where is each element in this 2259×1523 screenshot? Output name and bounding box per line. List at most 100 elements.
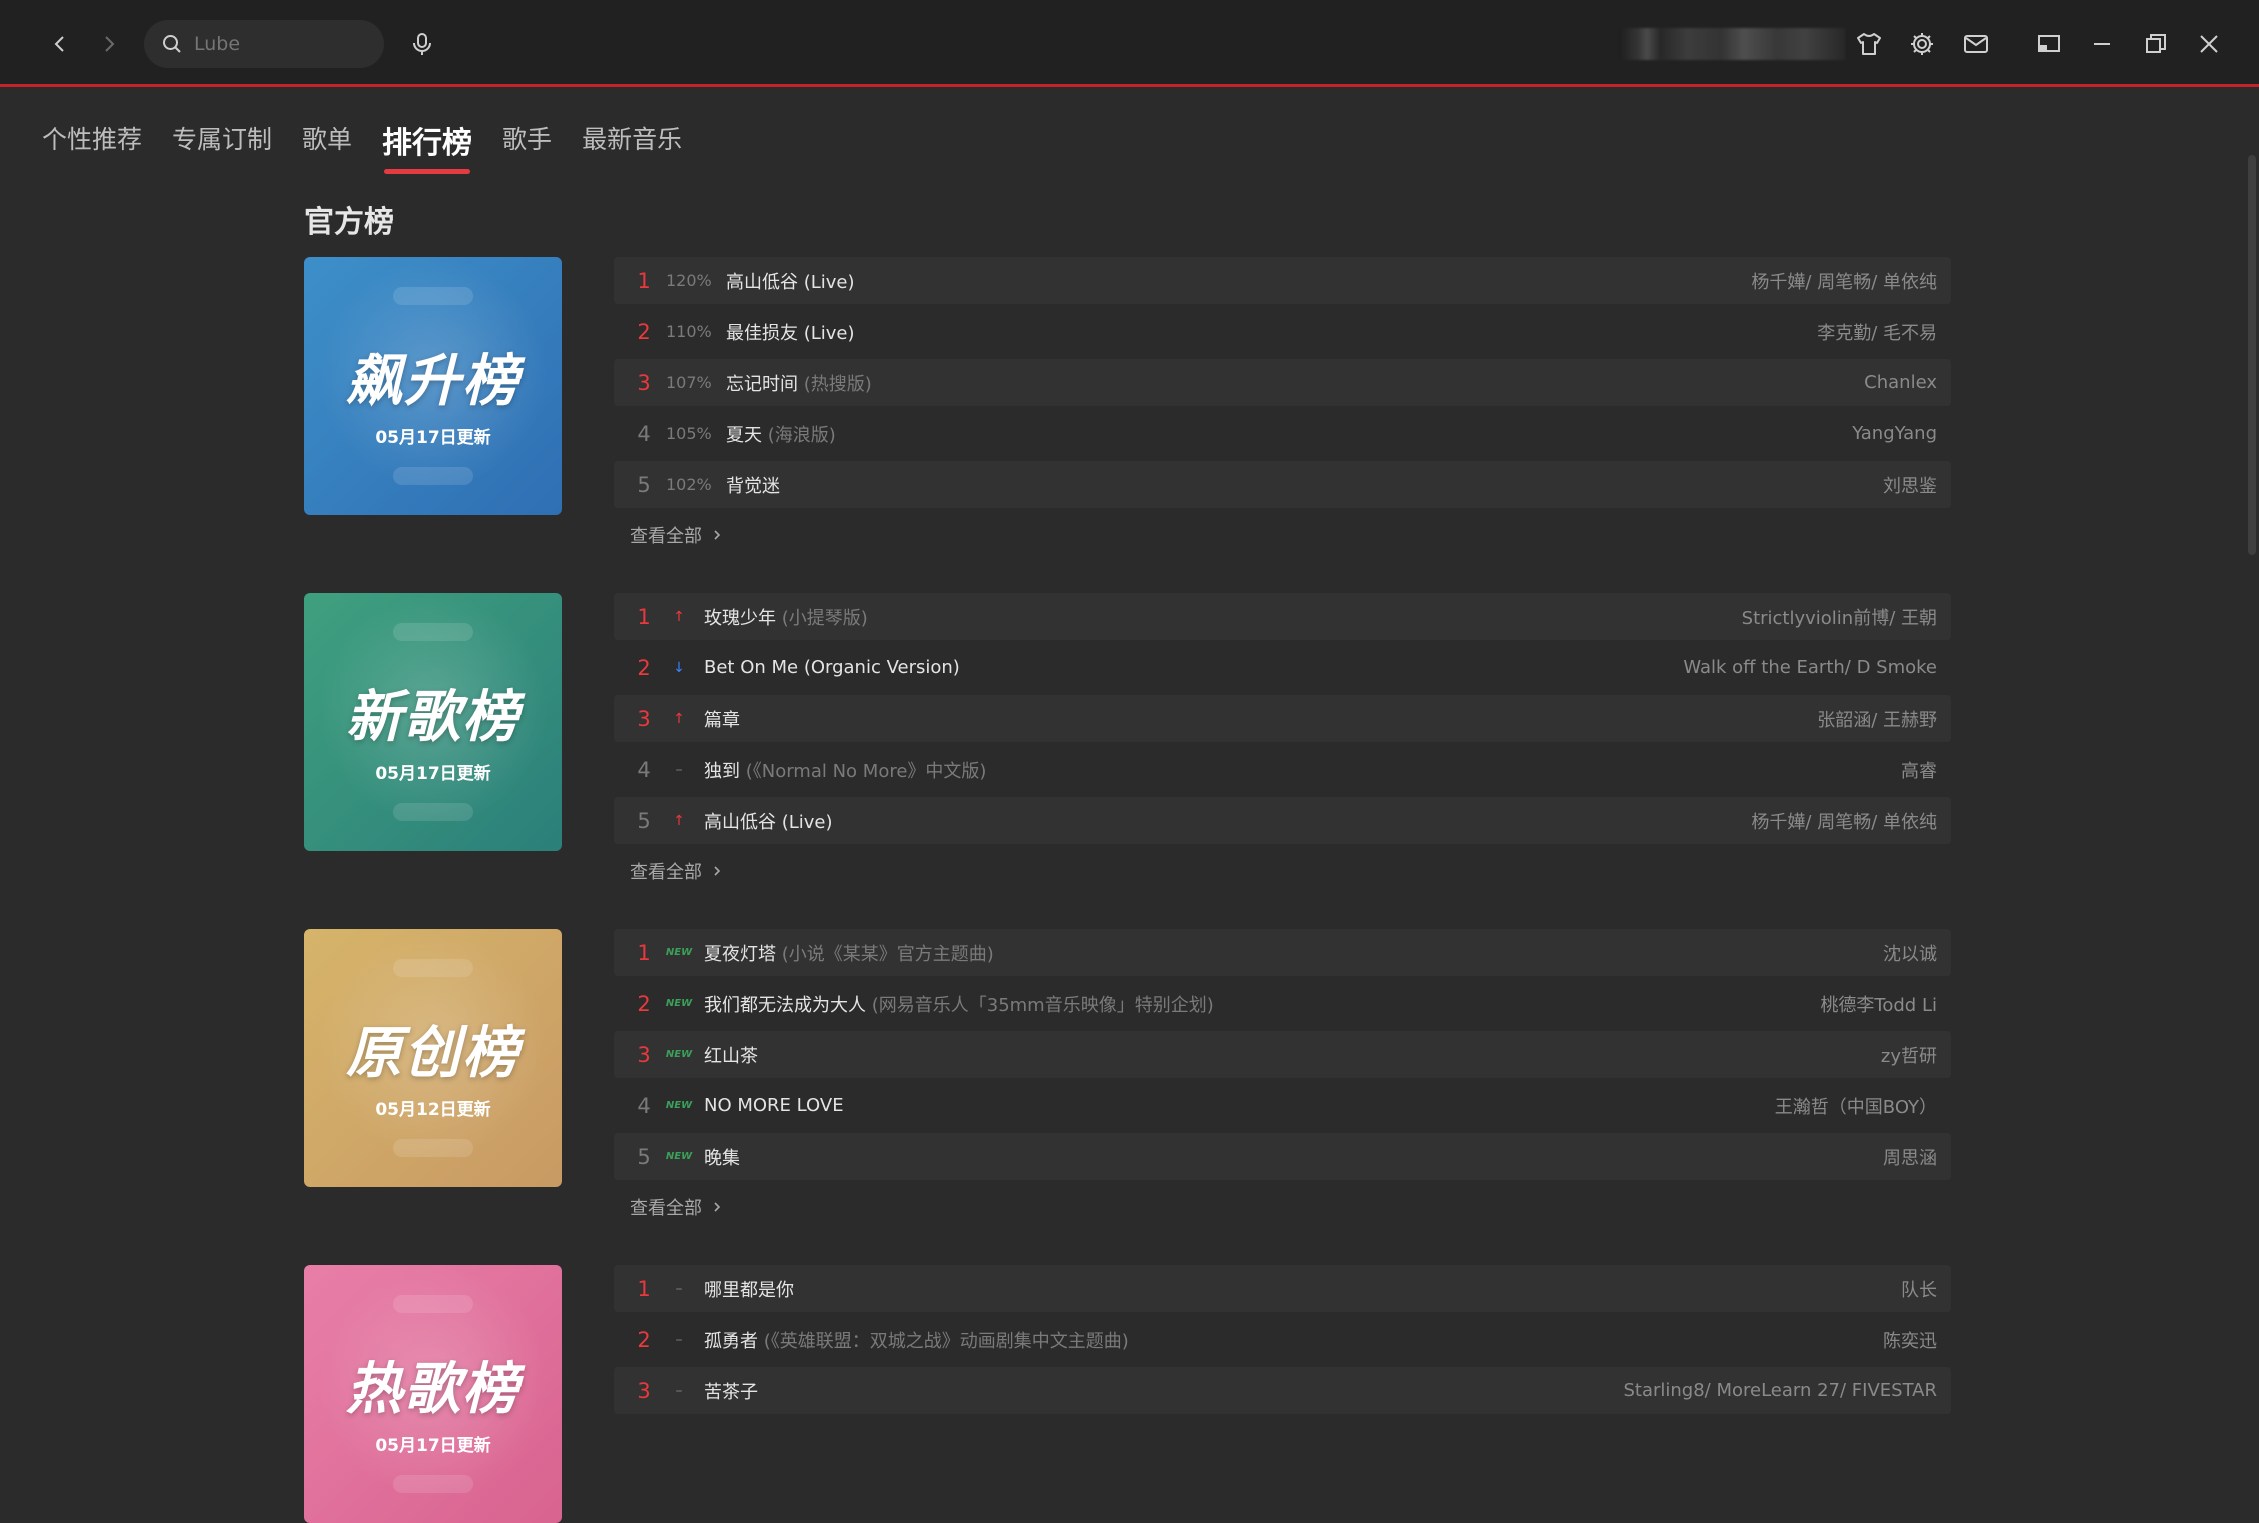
restore-icon xyxy=(2146,34,2166,53)
song-row[interactable]: 3 ↑ 篇章 张韶涵/ 王赫野 xyxy=(614,695,1951,742)
song-artist[interactable]: 陈奕迅 xyxy=(1883,1327,1937,1353)
tab-recommend[interactable]: 个性推荐 xyxy=(42,112,142,156)
chart-song-list: 1 NEW 夏夜灯塔 (小说《某某》官方主题曲) 沈以诚 2 NEW 我们都无法成为大人 (… xyxy=(614,929,1951,1220)
tab-new-music[interactable]: 最新音乐 xyxy=(582,112,682,156)
song-subtitle: (小说《某某》官方主题曲) xyxy=(776,943,994,965)
song-row[interactable]: 2 NEW 我们都无法成为大人 (网易音乐人「35mm音乐映像」特别企划) 桃德李To… xyxy=(614,980,1951,1027)
song-name: NO MORE LOVE xyxy=(704,1095,844,1116)
chart-song-list: 1 120% 高山低谷 (Live) 杨千嬅/ 周笔畅/ 单依纯 2 110% 最佳损友 (… xyxy=(614,257,1951,548)
chart-cover[interactable]: 飙升榜 05月17日更新 xyxy=(304,257,562,515)
song-row[interactable]: 2 ↓ Bet On Me (Organic Version) Walk off th… xyxy=(614,644,1951,691)
song-artist[interactable]: 沈以诚 xyxy=(1883,940,1937,966)
cover-update-date: 05月17日更新 xyxy=(375,428,491,448)
scrollbar[interactable] xyxy=(2248,155,2256,555)
cover-decoration xyxy=(393,1139,473,1157)
chevron-right-icon xyxy=(714,1202,721,1212)
song-row[interactable]: 3 – 苦茶子 Starling8/ MoreLearn 27/ FIVESTAR xyxy=(614,1367,1951,1414)
song-row[interactable]: 5 ↑ 高山低谷 (Live) 杨千嬅/ 周笔畅/ 单依纯 xyxy=(614,797,1951,844)
song-row[interactable]: 1 ↑ 玫瑰少年 (小提琴版) Strictlyviolin前博/ 王朝 xyxy=(614,593,1951,640)
skin-button[interactable] xyxy=(1851,26,1887,62)
song-artist[interactable]: 杨千嬅/ 周笔畅/ 单依纯 xyxy=(1751,808,1937,834)
song-rank: 2 xyxy=(637,991,651,1016)
song-title: 忘记时间 (热搜版) xyxy=(726,370,872,396)
chart-cover[interactable]: 新歌榜 05月17日更新 xyxy=(304,593,562,851)
cover-decoration xyxy=(393,287,473,305)
mini-mode-button[interactable] xyxy=(2031,26,2067,62)
tab-playlists[interactable]: 歌单 xyxy=(302,112,352,156)
cover-title: 飙升榜 xyxy=(346,349,520,414)
search-box[interactable] xyxy=(144,20,384,68)
song-rank: 4 xyxy=(637,421,651,446)
minimize-button[interactable] xyxy=(2084,26,2120,62)
tab-artists[interactable]: 歌手 xyxy=(502,112,552,156)
song-artist[interactable]: zy哲研 xyxy=(1881,1042,1937,1068)
rise-percent: 120% xyxy=(666,271,712,290)
song-name: 晚集 xyxy=(704,1147,740,1169)
song-row[interactable]: 2 110% 最佳损友 (Live) 李克勤/ 毛不易 xyxy=(614,308,1951,355)
song-name: 玫瑰少年 xyxy=(704,607,776,629)
song-artist[interactable]: 李克勤/ 毛不易 xyxy=(1817,319,1937,345)
song-rank: 3 xyxy=(637,1042,651,1067)
trend-same-icon: – xyxy=(675,1382,683,1399)
song-rank: 3 xyxy=(637,706,651,731)
song-name: 高山低谷 (Live) xyxy=(726,271,855,293)
back-button[interactable] xyxy=(40,24,80,64)
song-artist[interactable]: 桃德李Todd Li xyxy=(1820,991,1937,1017)
song-name: 孤勇者 xyxy=(704,1330,758,1352)
view-all-link[interactable]: 查看全部 xyxy=(630,522,724,548)
song-artist[interactable]: 杨千嬅/ 周笔畅/ 单依纯 xyxy=(1751,268,1937,294)
messages-button[interactable] xyxy=(1958,26,1994,62)
song-row[interactable]: 3 107% 忘记时间 (热搜版) Chanlex xyxy=(614,359,1951,406)
chart-cover[interactable]: 原创榜 05月12日更新 xyxy=(304,929,562,1187)
song-artist[interactable]: Chanlex xyxy=(1864,372,1937,393)
song-row[interactable]: 4 – 独到 (《Normal No More》中文版) 高睿 xyxy=(614,746,1951,793)
song-title: 背觉迷 xyxy=(726,472,780,498)
settings-button[interactable] xyxy=(1904,26,1940,62)
view-all-link[interactable]: 查看全部 xyxy=(630,858,724,884)
tab-charts[interactable]: 排行榜 xyxy=(382,112,472,174)
search-input[interactable] xyxy=(192,32,366,56)
song-artist[interactable]: 队长 xyxy=(1901,1276,1937,1302)
song-row[interactable]: 5 NEW 晚集 周思涵 xyxy=(614,1133,1951,1180)
chart-cover[interactable]: 热歌榜 05月17日更新 xyxy=(304,1265,562,1523)
voice-search-button[interactable] xyxy=(404,26,440,62)
song-name: 忘记时间 xyxy=(726,373,798,395)
song-artist[interactable]: 王瀚哲（中国BOY） xyxy=(1775,1093,1937,1119)
song-artist[interactable]: Walk off the Earth/ D Smoke xyxy=(1683,657,1937,678)
song-artist[interactable]: YangYang xyxy=(1852,423,1937,444)
chevron-right-icon xyxy=(714,866,721,876)
cover-decoration xyxy=(393,1475,473,1493)
song-row[interactable]: 4 NEW NO MORE LOVE 王瀚哲（中国BOY） xyxy=(614,1082,1951,1129)
maximize-button[interactable] xyxy=(2138,26,2174,62)
song-artist[interactable]: 高睿 xyxy=(1901,757,1937,783)
user-avatar-name[interactable] xyxy=(1620,28,1845,60)
song-row[interactable]: 4 105% 夏天 (海浪版) YangYang xyxy=(614,410,1951,457)
song-artist[interactable]: Starling8/ MoreLearn 27/ FIVESTAR xyxy=(1623,1380,1937,1401)
song-row[interactable]: 1 NEW 夏夜灯塔 (小说《某某》官方主题曲) 沈以诚 xyxy=(614,929,1951,976)
view-all-link[interactable]: 查看全部 xyxy=(630,1194,724,1220)
song-artist[interactable]: 刘思鉴 xyxy=(1883,472,1937,498)
song-subtitle: (小提琴版) xyxy=(776,607,868,629)
song-name: 背觉迷 xyxy=(726,475,780,497)
song-subtitle: (热搜版) xyxy=(798,373,872,395)
song-artist[interactable]: 周思涵 xyxy=(1883,1144,1937,1170)
song-name: 高山低谷 (Live) xyxy=(704,811,833,833)
discover-tabs: 个性推荐 专属订制 歌单 排行榜 歌手 最新音乐 xyxy=(42,112,712,174)
song-artist[interactable]: 张韶涵/ 王赫野 xyxy=(1817,706,1937,732)
forward-button[interactable] xyxy=(89,24,129,64)
song-title: NO MORE LOVE xyxy=(704,1095,844,1116)
close-icon xyxy=(2200,35,2218,53)
song-row[interactable]: 1 120% 高山低谷 (Live) 杨千嬅/ 周笔畅/ 单依纯 xyxy=(614,257,1951,304)
song-row[interactable]: 3 NEW 红山茶 zy哲研 xyxy=(614,1031,1951,1078)
song-row[interactable]: 5 102% 背觉迷 刘思鉴 xyxy=(614,461,1951,508)
song-row[interactable]: 1 – 哪里都是你 队长 xyxy=(614,1265,1951,1312)
song-title: 晚集 xyxy=(704,1144,740,1170)
song-artist[interactable]: Strictlyviolin前博/ 王朝 xyxy=(1742,604,1937,630)
song-row[interactable]: 2 – 孤勇者 (《英雄联盟：双城之战》动画剧集中文主题曲) 陈奕迅 xyxy=(614,1316,1951,1363)
song-title: 孤勇者 (《英雄联盟：双城之战》动画剧集中文主题曲) xyxy=(704,1327,1129,1353)
close-button[interactable] xyxy=(2191,26,2227,62)
song-title: 红山茶 xyxy=(704,1042,758,1068)
rise-percent: 107% xyxy=(666,373,712,392)
song-name: 我们都无法成为大人 xyxy=(704,994,866,1016)
tab-custom[interactable]: 专属订制 xyxy=(172,112,272,156)
